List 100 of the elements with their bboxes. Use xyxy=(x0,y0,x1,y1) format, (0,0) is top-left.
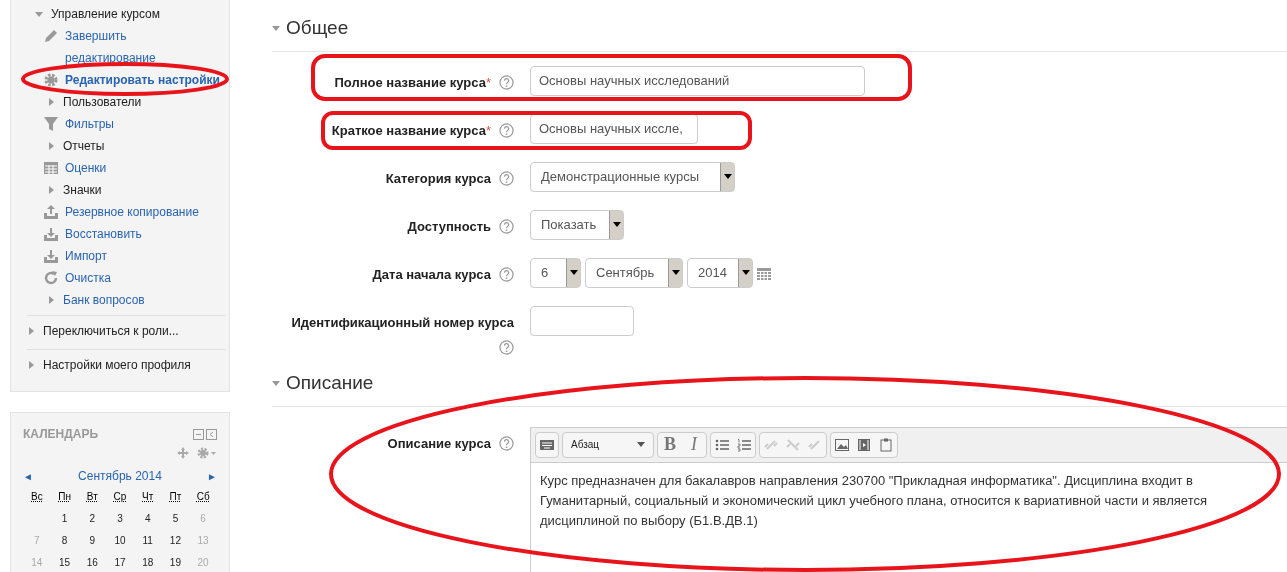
calendar-day[interactable]: 9 xyxy=(89,533,96,548)
calendar-day[interactable]: 18 xyxy=(142,555,154,570)
section-heading[interactable]: Описание xyxy=(286,369,374,398)
sidebar-item[interactable]: Пользователи xyxy=(63,93,142,111)
weekday-label: Вс xyxy=(31,490,43,504)
calendar-day[interactable]: 15 xyxy=(59,555,71,570)
calendar-day[interactable]: 17 xyxy=(114,555,126,570)
bold-button[interactable]: B xyxy=(658,431,682,458)
sidebar-item[interactable]: Настройки моего профиля xyxy=(43,355,191,374)
dropdown-arrow-icon xyxy=(671,270,680,275)
calendar-day[interactable]: 16 xyxy=(86,555,98,570)
italic-button[interactable]: I xyxy=(682,431,706,458)
refresh-icon xyxy=(43,270,59,286)
month-title[interactable]: Сентябрь 2014 xyxy=(78,467,162,485)
year-select[interactable]: 2014 xyxy=(687,257,753,288)
table-icon xyxy=(43,160,59,176)
expand-arrow-icon[interactable] xyxy=(47,186,55,194)
month-select[interactable]: Сентябрь xyxy=(585,257,683,288)
unlink-icon[interactable] xyxy=(786,437,800,452)
dropdown-arrow-icon xyxy=(569,270,578,275)
calendar-day[interactable]: 2 xyxy=(89,511,96,526)
sidebar-link[interactable]: Завершить редактирование xyxy=(65,25,210,69)
move-icon[interactable] xyxy=(177,447,189,459)
section-heading[interactable]: Общее xyxy=(286,14,349,43)
field-label: Полное название курса xyxy=(334,73,486,92)
dropdown-arrow-icon xyxy=(612,222,621,227)
text-input[interactable] xyxy=(530,305,634,336)
calendar-day[interactable]: 5 xyxy=(172,511,179,526)
numbered-list-icon[interactable] xyxy=(737,437,751,452)
field-label: Краткое название курса xyxy=(331,121,486,140)
calendar-day[interactable]: 1 xyxy=(61,511,68,526)
required-mark: * xyxy=(485,73,491,92)
text-input[interactable]: Основы научных иссле, xyxy=(530,113,698,144)
sidebar-link[interactable]: Фильтры xyxy=(65,113,114,135)
field-label: Доступность xyxy=(407,217,491,236)
weekday-label: Сб xyxy=(196,490,210,504)
expand-arrow-icon[interactable] xyxy=(47,98,55,106)
next-month-link[interactable]: ► xyxy=(207,468,217,484)
previous-month-link[interactable]: ◄ xyxy=(23,468,33,484)
format-select[interactable]: Абзац xyxy=(562,431,654,458)
help-icon[interactable] xyxy=(499,74,514,90)
expand-arrow-icon[interactable] xyxy=(47,296,55,304)
help-icon[interactable] xyxy=(499,122,514,138)
field-label: Идентификационный номер курса xyxy=(291,313,514,332)
calendar-day[interactable]: 8 xyxy=(61,533,68,548)
weekday-label: Пт xyxy=(169,490,182,504)
calendar-day[interactable]: 11 xyxy=(142,533,153,548)
dropdown-arrow-icon xyxy=(741,270,750,275)
sidebar-item[interactable]: Управление курсом xyxy=(51,5,161,23)
pencil-icon xyxy=(43,28,59,44)
sidebar-link[interactable]: Редактировать настройки xyxy=(65,69,220,91)
calendar-day[interactable]: 3 xyxy=(117,511,123,526)
expand-arrow-icon[interactable] xyxy=(27,360,35,369)
weekday-label: Ср xyxy=(113,490,127,504)
link-icon[interactable] xyxy=(764,437,778,452)
sidebar-item[interactable]: Отчеты xyxy=(63,137,105,155)
anchor-link-icon[interactable] xyxy=(808,437,822,452)
calendar-day[interactable]: 10 xyxy=(114,533,126,548)
video-icon[interactable] xyxy=(857,437,871,452)
help-icon[interactable] xyxy=(499,340,514,355)
weekday-label: Пн xyxy=(58,490,71,504)
calendar-day[interactable]: 4 xyxy=(144,511,151,526)
calendar-day[interactable]: 12 xyxy=(169,533,181,548)
calendar-day[interactable]: 19 xyxy=(169,555,181,570)
dropdown-arrow-icon xyxy=(637,442,645,447)
image-icon[interactable] xyxy=(835,437,849,452)
day-select[interactable]: 6 xyxy=(530,257,581,288)
help-icon[interactable] xyxy=(499,435,514,451)
weekday-label: Чт xyxy=(142,490,154,504)
expand-arrow-icon[interactable] xyxy=(47,142,55,150)
expand-arrow-icon[interactable] xyxy=(27,326,35,335)
sidebar-item[interactable]: Переключиться к роли... xyxy=(43,321,179,340)
sidebar-item[interactable]: Значки xyxy=(63,181,102,199)
collapse-arrow-icon[interactable] xyxy=(272,379,280,388)
sidebar-link[interactable]: Восстановить xyxy=(65,223,142,245)
keyboard-icon[interactable] xyxy=(540,437,554,452)
sidebar-link[interactable]: Оценки xyxy=(65,157,107,179)
block-controls-icon[interactable] xyxy=(193,428,217,440)
sidebar-link[interactable]: Очистка xyxy=(65,267,111,289)
dropdown-arrow-icon xyxy=(723,174,732,179)
bullet-list-icon[interactable] xyxy=(715,437,729,452)
required-mark: * xyxy=(485,121,491,140)
help-icon[interactable] xyxy=(499,266,514,282)
calendar-icon[interactable] xyxy=(757,265,771,280)
help-icon[interactable] xyxy=(499,170,514,186)
paste-icon[interactable] xyxy=(879,437,893,452)
sidebar-link[interactable]: Резервное копирование xyxy=(65,201,199,223)
help-icon[interactable] xyxy=(499,218,514,234)
weekday-label: Вт xyxy=(86,490,98,504)
text-editor[interactable] xyxy=(530,426,1287,572)
gear-icon xyxy=(43,72,59,88)
collapse-arrow-icon[interactable] xyxy=(35,10,43,18)
filter-icon xyxy=(43,116,59,132)
text-input[interactable]: Основы научных исследований xyxy=(530,65,865,96)
collapse-arrow-icon[interactable] xyxy=(272,24,280,33)
gear-menu-icon[interactable] xyxy=(197,447,217,459)
sidebar-link[interactable]: Банк вопросов xyxy=(63,291,145,309)
sidebar-link[interactable]: Импорт xyxy=(65,245,107,267)
dropdown-select[interactable]: Демонстрационные курсы xyxy=(530,161,735,192)
dropdown-select[interactable]: Показать xyxy=(530,209,624,240)
